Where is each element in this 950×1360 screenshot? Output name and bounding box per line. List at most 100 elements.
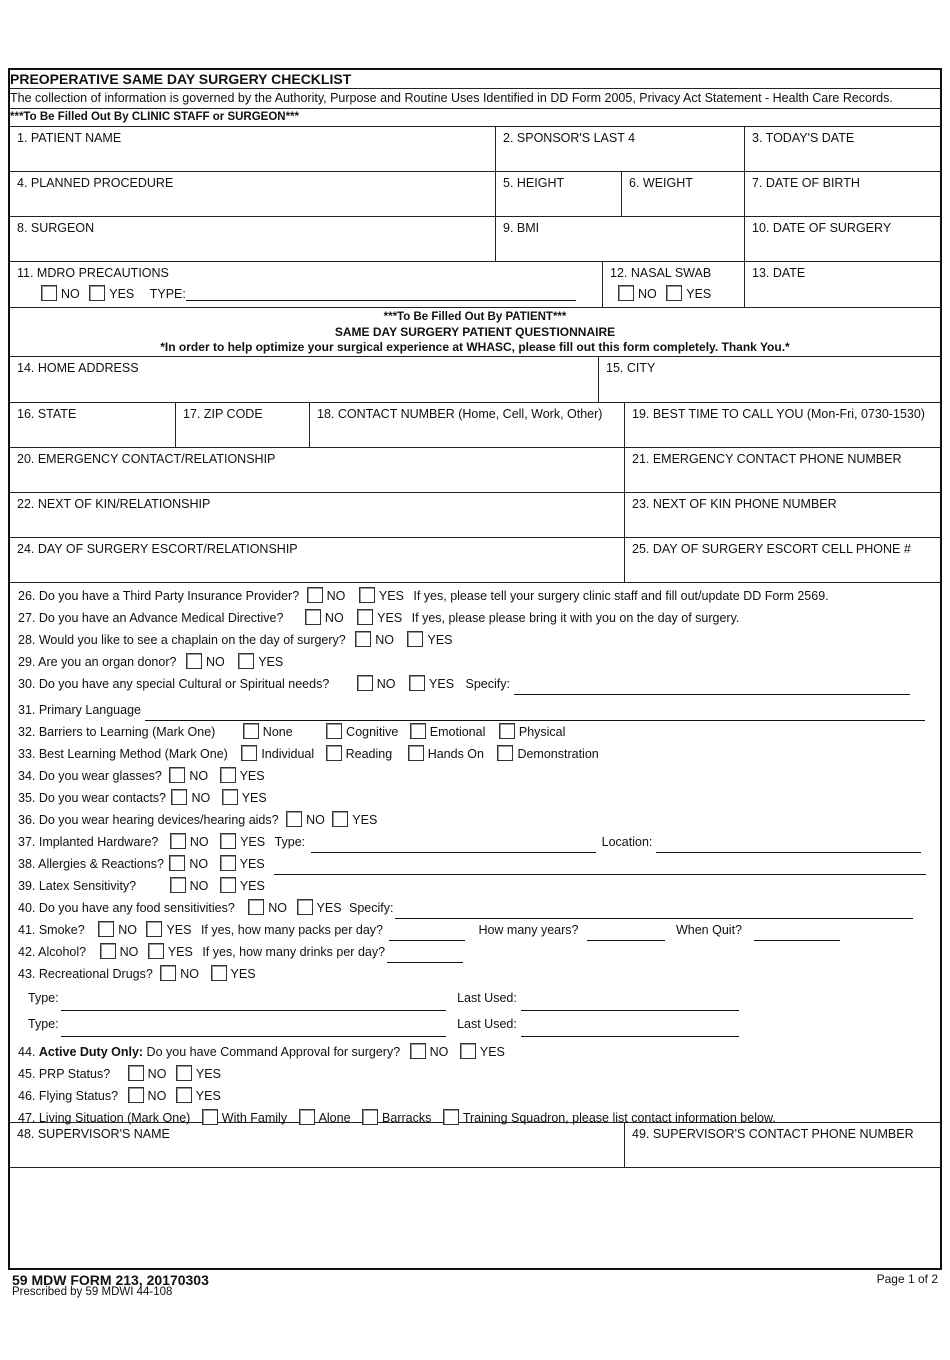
q39-no-checkbox[interactable]: [169, 877, 186, 893]
question-label: 26. Do you have a Third Party Insurance …: [18, 589, 300, 603]
weight-field[interactable]: 6. WEIGHT: [622, 172, 745, 216]
q34-yes-checkbox[interactable]: [219, 767, 236, 783]
drinks-label: If yes, how many drinks per day?: [202, 945, 386, 959]
contact-information-area[interactable]: [10, 1168, 940, 1268]
q45-yes-checkbox[interactable]: [175, 1065, 192, 1081]
q43-no-checkbox[interactable]: [160, 965, 177, 981]
q41-no-checkbox[interactable]: [98, 921, 115, 937]
option-label: NO: [324, 611, 344, 625]
emergency-phone-field[interactable]: 21. EMERGENCY CONTACT PHONE NUMBER: [625, 448, 940, 492]
q26-no-checkbox[interactable]: [306, 587, 323, 603]
mdro-no-checkbox[interactable]: [41, 285, 57, 301]
q33-reading-checkbox[interactable]: [325, 745, 342, 761]
nasal-swab-no-checkbox[interactable]: [618, 285, 634, 301]
q40-no-checkbox[interactable]: [248, 899, 265, 915]
q33-individual-checkbox[interactable]: [241, 745, 258, 761]
q40-specify-input[interactable]: [395, 905, 914, 919]
q41-quit-input[interactable]: [754, 927, 840, 941]
best-time-to-call-field[interactable]: 19. BEST TIME TO CALL YOU (Mon-Fri, 0730…: [625, 403, 940, 447]
swab-date-field[interactable]: 13. DATE: [745, 262, 940, 307]
q27-yes-checkbox[interactable]: [357, 609, 374, 625]
drug-type-input-2[interactable]: [60, 1023, 446, 1037]
q36-no-checkbox[interactable]: [286, 811, 303, 827]
escort-field[interactable]: 24. DAY OF SURGERY ESCORT/RELATIONSHIP: [10, 538, 625, 582]
last-used-label: Last Used:: [457, 991, 517, 1005]
planned-procedure-field[interactable]: 4. PLANNED PROCEDURE: [10, 172, 496, 216]
drug-type-input-1[interactable]: [60, 997, 446, 1011]
q37-yes-checkbox[interactable]: [220, 833, 237, 849]
mdro-yes-checkbox[interactable]: [89, 285, 106, 301]
question-label: 30. Do you have any special Cultural or …: [18, 677, 330, 691]
quit-label: When Quit?: [675, 923, 742, 937]
next-of-kin-field[interactable]: 22. NEXT OF KIN/RELATIONSHIP: [10, 493, 625, 537]
q41-years-input[interactable]: [586, 927, 665, 941]
mdro-type-input[interactable]: [185, 287, 576, 301]
q32-physical-checkbox[interactable]: [498, 723, 515, 739]
field-label: 14. HOME ADDRESS: [17, 361, 139, 375]
patient-name-field[interactable]: 1. PATIENT NAME: [10, 127, 496, 171]
escort-phone-field[interactable]: 25. DAY OF SURGERY ESCORT CELL PHONE #: [625, 538, 940, 582]
nasal-swab-yes-checkbox[interactable]: [666, 285, 683, 301]
q42-no-checkbox[interactable]: [99, 943, 116, 959]
q28-yes-checkbox[interactable]: [407, 631, 424, 647]
q38-no-checkbox[interactable]: [169, 855, 186, 871]
field-label: 18. CONTACT NUMBER (Home, Cell, Work, Ot…: [317, 407, 603, 421]
q32-emotional-checkbox[interactable]: [409, 723, 426, 739]
q38-yes-checkbox[interactable]: [219, 855, 236, 871]
primary-language-input[interactable]: [145, 707, 925, 721]
q27-no-checkbox[interactable]: [304, 609, 321, 625]
emergency-contact-field[interactable]: 20. EMERGENCY CONTACT/RELATIONSHIP: [10, 448, 625, 492]
q40-yes-checkbox[interactable]: [296, 899, 313, 915]
surgeon-field[interactable]: 8. SURGEON: [10, 217, 496, 261]
todays-date-field[interactable]: 3. TODAY'S DATE: [745, 127, 940, 171]
q45-no-checkbox[interactable]: [127, 1065, 144, 1081]
q42-drinks-input[interactable]: [387, 949, 464, 963]
option-label: YES: [195, 1089, 221, 1103]
q41-packs-input[interactable]: [388, 927, 465, 941]
contact-number-field[interactable]: 18. CONTACT NUMBER (Home, Cell, Work, Ot…: [310, 403, 625, 447]
date-of-surgery-field[interactable]: 10. DATE OF SURGERY: [745, 217, 940, 261]
supervisor-phone-field[interactable]: 49. SUPERVISOR'S CONTACT PHONE NUMBER: [625, 1123, 940, 1167]
q34-no-checkbox[interactable]: [169, 767, 186, 783]
sponsor-last4-field[interactable]: 2. SPONSOR'S LAST 4: [496, 127, 745, 171]
q29-yes-checkbox[interactable]: [238, 653, 255, 669]
next-of-kin-phone-field[interactable]: 23. NEXT OF KIN PHONE NUMBER: [625, 493, 940, 537]
q44-no-checkbox[interactable]: [409, 1043, 426, 1059]
date-of-birth-field[interactable]: 7. DATE OF BIRTH: [745, 172, 940, 216]
q46-no-checkbox[interactable]: [127, 1087, 144, 1103]
q44-yes-checkbox[interactable]: [459, 1043, 476, 1059]
supervisor-name-field[interactable]: 48. SUPERVISOR'S NAME: [10, 1123, 625, 1167]
state-field[interactable]: 16. STATE: [10, 403, 176, 447]
drug-last-used-input-2[interactable]: [520, 1023, 739, 1037]
q37-type-input[interactable]: [311, 839, 597, 853]
q30-yes-checkbox[interactable]: [409, 675, 426, 691]
q33-demonstration-checkbox[interactable]: [497, 745, 514, 761]
q30-specify-input[interactable]: [513, 681, 910, 695]
height-field[interactable]: 5. HEIGHT: [496, 172, 622, 216]
q29-no-checkbox[interactable]: [185, 653, 202, 669]
q43-yes-checkbox[interactable]: [210, 965, 227, 981]
city-field[interactable]: 15. CITY: [599, 357, 940, 402]
q28-no-checkbox[interactable]: [355, 631, 372, 647]
q35-no-checkbox[interactable]: [171, 789, 188, 805]
drug-last-used-input-1[interactable]: [520, 997, 739, 1011]
question-label: 46. Flying Status?: [18, 1089, 119, 1103]
bmi-field[interactable]: 9. BMI: [496, 217, 745, 261]
q42-yes-checkbox[interactable]: [147, 943, 164, 959]
q32-none-checkbox[interactable]: [242, 723, 259, 739]
home-address-field[interactable]: 14. HOME ADDRESS: [10, 357, 599, 402]
q36-yes-checkbox[interactable]: [332, 811, 349, 827]
q37-no-checkbox[interactable]: [169, 833, 186, 849]
allergies-input[interactable]: [274, 861, 927, 875]
q30-no-checkbox[interactable]: [356, 675, 373, 691]
q26-yes-checkbox[interactable]: [358, 587, 375, 603]
q39-yes-checkbox[interactable]: [219, 877, 236, 893]
q35-yes-checkbox[interactable]: [221, 789, 238, 805]
q37-location-input[interactable]: [656, 839, 922, 853]
q46-yes-checkbox[interactable]: [175, 1087, 192, 1103]
q41-yes-checkbox[interactable]: [146, 921, 163, 937]
q32-cognitive-checkbox[interactable]: [326, 723, 343, 739]
q33-hands-on-checkbox[interactable]: [407, 745, 424, 761]
zip-code-field[interactable]: 17. ZIP CODE: [176, 403, 310, 447]
question-29: 29. Are you an organ donor? NO YES: [10, 651, 940, 673]
